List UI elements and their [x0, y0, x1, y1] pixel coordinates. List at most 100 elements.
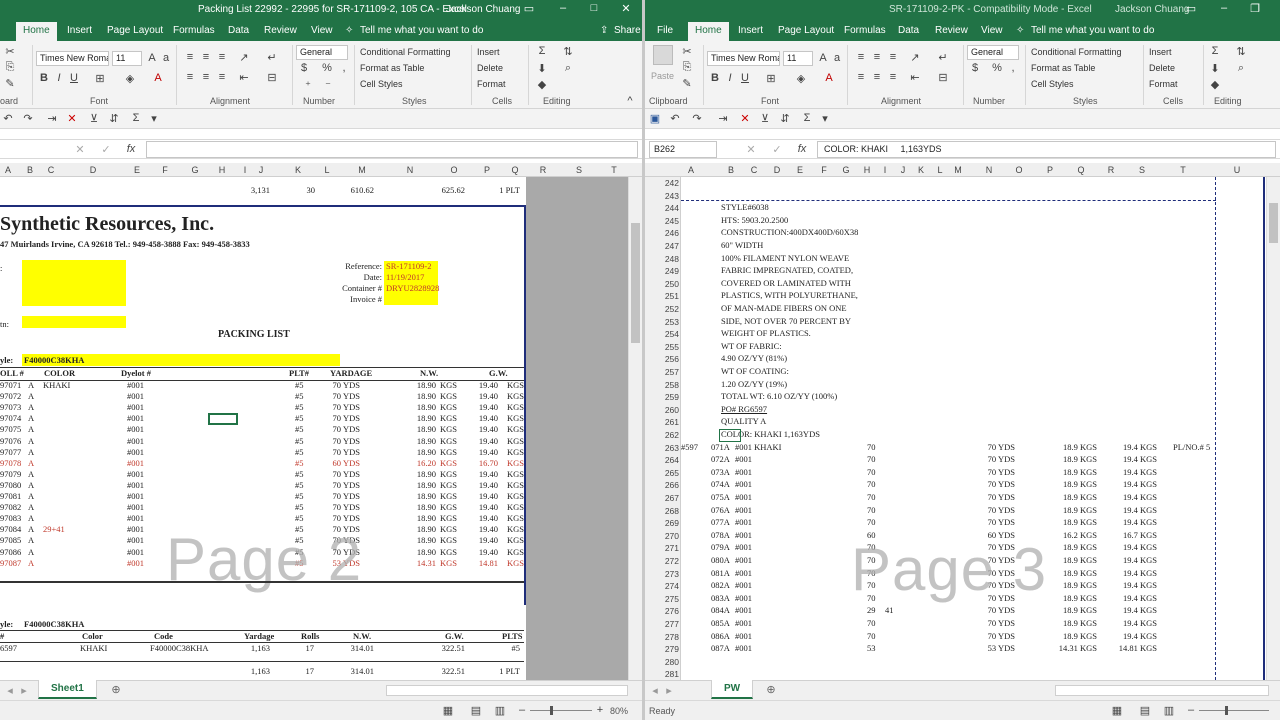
increase-decimal-icon[interactable]: ⁺ [302, 79, 314, 92]
italic-icon[interactable]: I [53, 72, 65, 84]
row-number[interactable]: 245 [645, 215, 679, 227]
format-painter-icon[interactable]: ✎ [4, 77, 16, 90]
zoom-slider[interactable] [1199, 706, 1269, 715]
ribbon-display-icon[interactable]: ▭ [522, 2, 536, 15]
column-header-i[interactable]: I [879, 165, 891, 175]
column-header-o[interactable]: O [1013, 165, 1025, 175]
tab-home[interactable]: Home [688, 22, 729, 41]
comma-icon[interactable]: , [1007, 62, 1019, 74]
align-bottom-icon[interactable]: ≡ [216, 51, 228, 63]
column-header-d[interactable]: D [771, 165, 783, 175]
align-left-icon[interactable]: ≡ [855, 71, 867, 83]
fill-icon[interactable]: ⬇ [536, 62, 548, 75]
row-number[interactable]: 269 [645, 517, 679, 529]
format-as-table-button[interactable]: Format as Table [360, 63, 424, 73]
bold-icon[interactable]: B [38, 72, 50, 84]
column-header-g[interactable]: G [840, 165, 852, 175]
insert-function-icon[interactable]: fx [795, 143, 809, 155]
column-header-o[interactable]: O [448, 165, 460, 175]
tab-review[interactable]: Review [935, 25, 968, 36]
row-number[interactable]: 261 [645, 416, 679, 428]
zoom-slider[interactable] [530, 706, 592, 715]
align-top-icon[interactable]: ≡ [855, 51, 867, 63]
tell-me-search[interactable]: Tell me what you want to do [1031, 25, 1154, 36]
collapse-ribbon-icon[interactable]: ^ [624, 95, 636, 107]
tab-review[interactable]: Review [264, 25, 297, 36]
indent-icon[interactable]: ⇤ [909, 71, 921, 84]
row-number[interactable]: 273 [645, 568, 679, 580]
align-right-icon[interactable]: ≡ [216, 71, 228, 83]
clear-icon[interactable]: ◆ [536, 78, 548, 91]
column-header-a[interactable]: A [2, 165, 14, 175]
column-header-h[interactable]: H [216, 165, 228, 175]
align-bottom-icon[interactable]: ≡ [887, 51, 899, 63]
copy-icon[interactable]: ⎘ [4, 61, 16, 74]
align-center-icon[interactable]: ≡ [200, 71, 212, 83]
horizontal-scrollbar[interactable] [386, 685, 628, 696]
name-box[interactable]: B262 [649, 141, 717, 158]
page-layout-view-icon[interactable]: ▤ [470, 704, 482, 717]
row-number[interactable]: 242 [645, 177, 679, 189]
column-header-u[interactable]: U [1231, 165, 1243, 175]
copy-icon[interactable]: ⎘ [681, 61, 693, 74]
row-number[interactable]: 247 [645, 240, 679, 252]
column-header-q[interactable]: Q [509, 165, 521, 175]
prev-sheet-icon[interactable]: ◂ [649, 684, 661, 697]
page-break-view-icon[interactable]: ▥ [494, 704, 506, 717]
column-header-m[interactable]: M [952, 165, 964, 175]
font-color-icon[interactable]: A [152, 72, 164, 84]
sum-icon[interactable]: Σ [801, 112, 813, 124]
align-center-icon[interactable]: ≡ [871, 71, 883, 83]
column-header-r[interactable]: R [537, 165, 549, 175]
row-number[interactable]: 251 [645, 290, 679, 302]
row-number[interactable]: 271 [645, 542, 679, 554]
column-header-c[interactable]: C [45, 165, 57, 175]
indent-icon[interactable]: ⇤ [238, 71, 250, 84]
row-number[interactable]: 258 [645, 379, 679, 391]
bold-icon[interactable]: B [709, 72, 721, 84]
minimize-icon[interactable]: – [1217, 2, 1231, 14]
share-button[interactable]: Share [614, 25, 641, 36]
paste-icon[interactable] [653, 45, 673, 65]
page-break-view-icon[interactable]: ▥ [1163, 704, 1175, 717]
toolbar-icon-1[interactable]: ⇥ [717, 112, 729, 125]
autosum-icon[interactable]: Σ [536, 45, 548, 57]
merge-icon[interactable]: ⊟ [937, 71, 949, 84]
format-cells-button[interactable]: Format [477, 79, 506, 89]
align-left-icon[interactable]: ≡ [184, 71, 196, 83]
row-number[interactable]: 249 [645, 265, 679, 277]
column-header-b[interactable]: B [24, 165, 36, 175]
format-as-table-button[interactable]: Format as Table [1031, 63, 1095, 73]
row-number[interactable]: 243 [645, 190, 679, 202]
column-header-n[interactable]: N [404, 165, 416, 175]
decrease-decimal-icon[interactable]: ⁻ [322, 79, 334, 92]
ribbon-display-icon[interactable]: ▭ [1184, 2, 1198, 15]
column-header-d[interactable]: D [87, 165, 99, 175]
zoom-level[interactable]: 80% [610, 706, 628, 716]
sum-icon[interactable]: Σ [130, 112, 142, 124]
vertical-scrollbar[interactable] [1266, 177, 1280, 680]
worksheet-page-break[interactable]: 242 243 244 245 246 247 248 249 250 251 252 253 254 2… [645, 177, 1280, 680]
autosum-icon[interactable]: Σ [1209, 45, 1221, 57]
row-number[interactable]: 280 [645, 656, 679, 668]
prev-sheet-icon[interactable]: ◂ [4, 684, 16, 697]
row-number[interactable]: 277 [645, 618, 679, 630]
column-header-r[interactable]: R [1105, 165, 1117, 175]
row-number[interactable]: 252 [645, 303, 679, 315]
insert-cells-button[interactable]: Insert [1149, 47, 1172, 57]
column-header-m[interactable]: M [356, 165, 368, 175]
cancel-entry-icon[interactable]: ✕ [745, 143, 757, 156]
tell-me-search[interactable]: Tell me what you want to do [360, 25, 483, 36]
font-color-icon[interactable]: A [823, 72, 835, 84]
page-layout-view-icon[interactable]: ▤ [1139, 704, 1151, 717]
maximize-icon[interactable]: □ [587, 2, 601, 14]
sort-icon[interactable]: ⇵ [108, 112, 120, 125]
column-header-g[interactable]: G [189, 165, 201, 175]
row-number[interactable]: 270 [645, 530, 679, 542]
selected-cell[interactable] [719, 429, 741, 442]
tab-page-layout[interactable]: Page Layout [107, 25, 163, 36]
formula-input[interactable] [146, 141, 638, 158]
find-select-icon[interactable]: ⌕ [1235, 62, 1247, 75]
row-number[interactable]: 264 [645, 454, 679, 466]
row-number[interactable]: 265 [645, 467, 679, 479]
